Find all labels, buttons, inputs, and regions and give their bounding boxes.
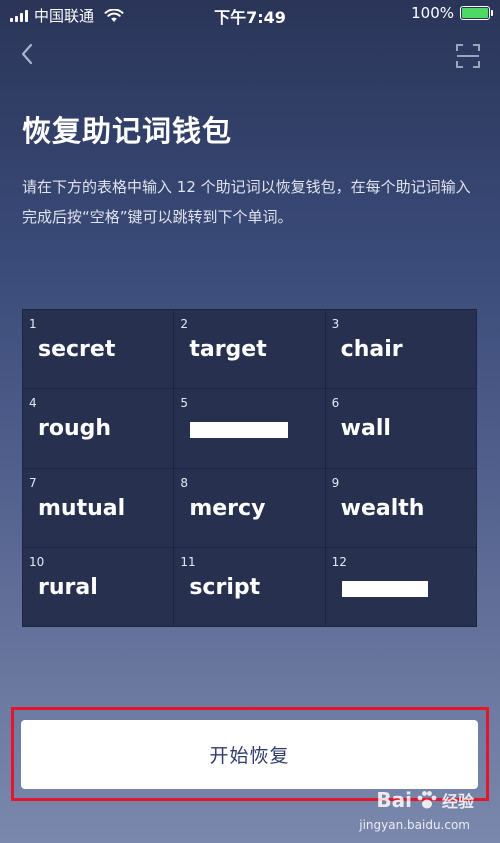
word-value: mercy <box>189 495 266 521</box>
word-cell-11[interactable]: 11 script <box>174 547 325 626</box>
word-index: 12 <box>331 554 347 569</box>
word-value: wall <box>340 416 391 442</box>
word-value: chair <box>340 337 403 362</box>
chevron-left-icon[interactable] <box>16 42 40 66</box>
paw-icon <box>417 791 437 809</box>
word-index: 2 <box>180 317 188 331</box>
word-cell-1[interactable]: 1 secret <box>23 310 174 389</box>
word-index: 6 <box>331 396 340 411</box>
word-index: 3 <box>331 317 340 331</box>
word-value: wealth <box>340 495 425 521</box>
watermark-suffix: 经验 <box>441 792 474 811</box>
word-index: 10 <box>29 554 45 569</box>
page-title: 恢复助记词钱包 <box>22 114 233 148</box>
watermark-url: jingyan.baidu.com <box>359 818 470 832</box>
start-restore-button[interactable]: 开始恢复 <box>21 720 478 789</box>
status-bar: 中国联通 下午7:49 100% <box>0 0 500 28</box>
page-description: 请在下方的表格中输入 12 个助记词以恢复钱包，在每个助记词输入完成后按“空格”… <box>22 178 471 226</box>
word-cell-7[interactable]: 7 mutual <box>23 468 174 547</box>
word-index: 5 <box>180 396 188 411</box>
scan-frame-icon[interactable] <box>456 44 480 68</box>
battery-percent: 100% <box>411 4 454 22</box>
word-cell-6[interactable]: 6 wall <box>325 389 476 468</box>
word-value: rough <box>38 416 112 442</box>
word-value: script <box>189 574 261 600</box>
word-index: 1 <box>29 317 37 331</box>
baidu-watermark: Bai 经验 <box>376 788 474 812</box>
word-cell-12[interactable]: 12 <box>325 547 476 626</box>
status-right: 100% <box>411 4 493 22</box>
word-cell-3[interactable]: 3 chair <box>325 310 476 389</box>
word-value: target <box>189 337 267 362</box>
redaction-bar <box>341 580 428 597</box>
word-index: 4 <box>29 396 37 411</box>
battery-fill <box>462 8 488 18</box>
word-index: 11 <box>180 554 196 569</box>
word-value: mutual <box>38 495 126 521</box>
word-cell-8[interactable]: 8 mercy <box>174 468 325 547</box>
word-cell-2[interactable]: 2 target <box>174 310 325 389</box>
word-cell-5[interactable]: 5 <box>174 389 325 468</box>
word-value: rural <box>38 574 98 600</box>
word-index: 9 <box>331 475 340 490</box>
word-cell-10[interactable]: 10 rural <box>23 547 174 626</box>
word-index: 7 <box>29 475 37 490</box>
word-cell-4[interactable]: 4 rough <box>23 389 174 468</box>
redaction-bar <box>190 422 289 439</box>
watermark-brand: Bai <box>376 788 412 812</box>
word-index: 8 <box>180 475 188 490</box>
battery-icon <box>460 6 493 20</box>
word-value: secret <box>38 337 116 362</box>
word-cell-9[interactable]: 9 wealth <box>325 468 476 547</box>
mnemonic-word-grid: 1 secret 2 target 3 chair 4 rough 5 6 wa… <box>22 309 477 627</box>
